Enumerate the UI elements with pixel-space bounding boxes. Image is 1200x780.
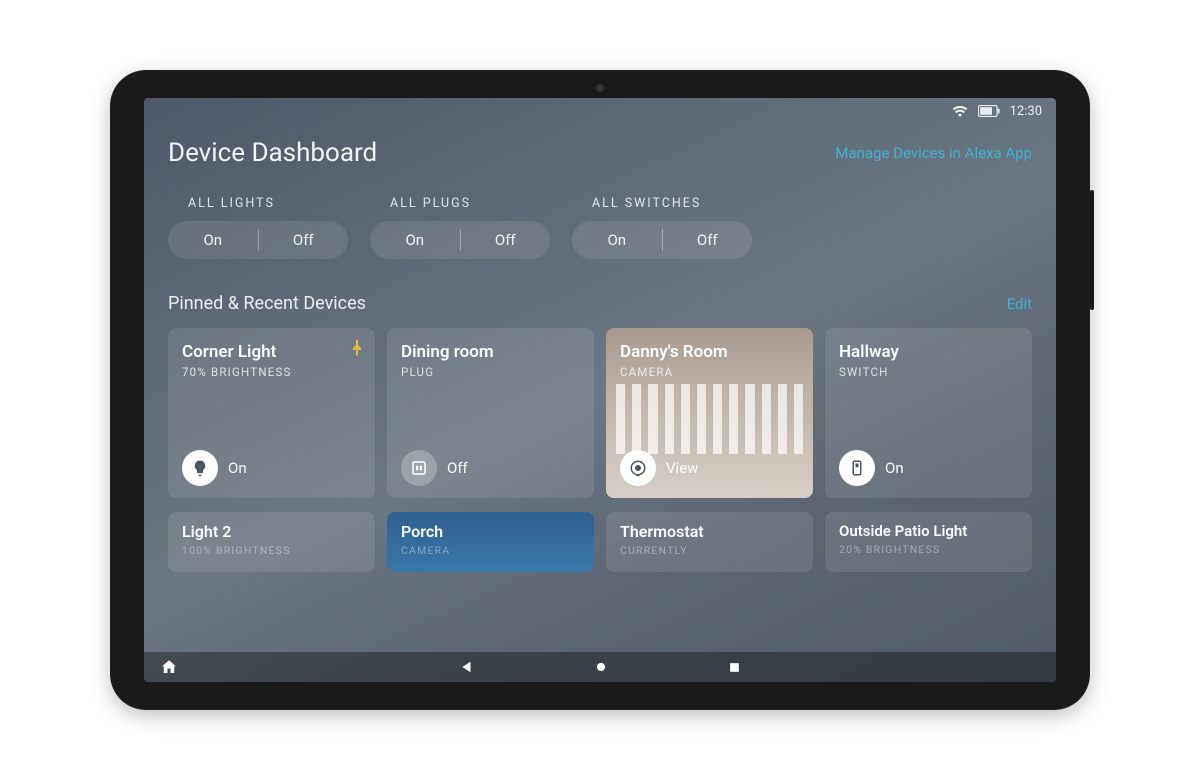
group-all-switches: ALL SWITCHES On Off xyxy=(572,196,752,259)
status-bar: 12:30 xyxy=(144,98,1056,124)
page-title: Device Dashboard xyxy=(168,138,377,168)
tablet-frame: 12:30 Device Dashboard Manage Devices in… xyxy=(110,70,1090,710)
nav-back-button[interactable] xyxy=(460,660,474,674)
device-title: Light 2 xyxy=(182,522,361,541)
all-lights-off-button[interactable]: Off xyxy=(259,231,349,249)
all-switches-on-button[interactable]: On xyxy=(572,231,662,249)
smarthome-icon[interactable] xyxy=(160,658,178,676)
pin-icon xyxy=(351,340,363,360)
device-card-corner-light[interactable]: Corner Light 70% BRIGHTNESS On xyxy=(168,328,375,498)
section-title: Pinned & Recent Devices xyxy=(168,293,366,314)
device-subtitle: SWITCH xyxy=(839,365,1018,379)
device-subtitle: 70% BRIGHTNESS xyxy=(182,365,361,379)
device-title: Dining room xyxy=(401,342,580,362)
device-card-thermostat[interactable]: Thermostat CURRENTLY xyxy=(606,512,813,572)
screen: 12:30 Device Dashboard Manage Devices in… xyxy=(144,98,1056,682)
device-subtitle: CAMERA xyxy=(401,544,580,557)
nav-home-button[interactable] xyxy=(594,660,608,674)
side-button xyxy=(1090,190,1094,310)
all-switches-toggle: On Off xyxy=(572,221,752,259)
group-all-plugs: ALL PLUGS On Off xyxy=(370,196,550,259)
device-title: Porch xyxy=(401,522,580,541)
device-title: Hallway xyxy=(839,342,1018,362)
all-lights-toggle: On Off xyxy=(168,221,348,259)
device-title: Corner Light xyxy=(182,342,361,362)
all-plugs-on-button[interactable]: On xyxy=(370,231,460,249)
device-grid-row2: Light 2 100% BRIGHTNESS Porch CAMERA The… xyxy=(168,512,1032,572)
edit-link[interactable]: Edit xyxy=(1007,295,1032,313)
camera-preview xyxy=(606,384,813,454)
manage-devices-link[interactable]: Manage Devices in Alexa App xyxy=(835,144,1032,162)
device-subtitle: 100% BRIGHTNESS xyxy=(182,544,361,557)
device-title: Outside Patio Light xyxy=(839,522,1018,540)
front-camera xyxy=(596,84,604,92)
device-state: On xyxy=(228,459,247,477)
device-card-light-2[interactable]: Light 2 100% BRIGHTNESS xyxy=(168,512,375,572)
all-plugs-toggle: On Off xyxy=(370,221,550,259)
status-time: 12:30 xyxy=(1010,104,1042,119)
all-plugs-off-button[interactable]: Off xyxy=(461,231,551,249)
device-title: Thermostat xyxy=(620,522,799,541)
nav-recents-button[interactable] xyxy=(728,661,741,674)
device-state: Off xyxy=(447,459,468,477)
plug-icon xyxy=(401,450,437,486)
all-lights-on-button[interactable]: On xyxy=(168,231,258,249)
device-subtitle: CAMERA xyxy=(620,365,799,379)
system-nav-bar xyxy=(144,652,1056,682)
bulb-icon xyxy=(182,450,218,486)
group-all-lights: ALL LIGHTS On Off xyxy=(168,196,348,259)
all-switches-off-button[interactable]: Off xyxy=(663,231,753,249)
device-subtitle: CURRENTLY xyxy=(620,544,799,557)
camera-icon xyxy=(620,450,656,486)
battery-icon xyxy=(978,105,1000,117)
device-state: View xyxy=(666,459,698,477)
device-card-dining-room[interactable]: Dining room PLUG Off xyxy=(387,328,594,498)
device-subtitle: 20% BRIGHTNESS xyxy=(839,543,1018,556)
group-label: ALL PLUGS xyxy=(370,196,550,211)
device-card-hallway[interactable]: Hallway SWITCH On xyxy=(825,328,1032,498)
device-grid: Corner Light 70% BRIGHTNESS On xyxy=(168,328,1032,498)
device-title: Danny's Room xyxy=(620,342,799,362)
device-subtitle: PLUG xyxy=(401,365,580,379)
device-card-outside-patio-light[interactable]: Outside Patio Light 20% BRIGHTNESS xyxy=(825,512,1032,572)
group-label: ALL SWITCHES xyxy=(572,196,752,211)
group-label: ALL LIGHTS xyxy=(168,196,348,211)
device-card-porch[interactable]: Porch CAMERA xyxy=(387,512,594,572)
device-card-dannys-room[interactable]: Danny's Room CAMERA View xyxy=(606,328,813,498)
switch-icon xyxy=(839,450,875,486)
wifi-icon xyxy=(952,105,968,117)
quick-groups: ALL LIGHTS On Off ALL PLUGS On Off xyxy=(168,196,1032,259)
device-state: On xyxy=(885,459,904,477)
